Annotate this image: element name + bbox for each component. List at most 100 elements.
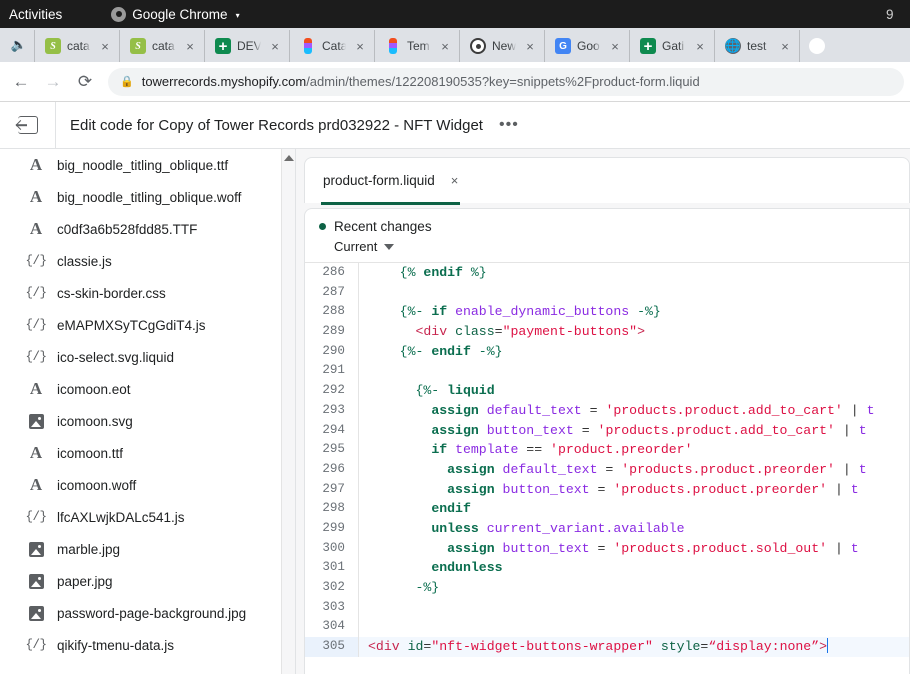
- browser-tab[interactable]: DEV ×: [204, 30, 289, 62]
- code-line[interactable]: 289 <div class="payment-buttons">: [305, 322, 909, 342]
- line-number: 304: [305, 617, 359, 637]
- shopify-icon: [130, 38, 146, 54]
- tab-title: Tem: [407, 39, 431, 53]
- code-line[interactable]: 287: [305, 283, 909, 303]
- recent-changes-section: Recent changes Current: [305, 209, 909, 262]
- browser-tab[interactable]: [799, 30, 833, 62]
- line-number: 288: [305, 302, 359, 322]
- shopify-icon: [45, 38, 61, 54]
- code-line-text: assign default_text = 'products.product.…: [359, 460, 909, 480]
- browser-tab[interactable]: cata ×: [119, 30, 204, 62]
- file-list-item[interactable]: Abig_noodle_titling_oblique.ttf: [0, 149, 295, 181]
- font-icon: A: [26, 187, 46, 207]
- file-list-item[interactable]: icomoon.svg: [0, 405, 295, 437]
- code-line-text: [359, 617, 909, 637]
- active-app-menu[interactable]: Google Chrome ▾: [111, 7, 239, 22]
- browser-tab[interactable]: New ×: [459, 30, 544, 62]
- browser-tab[interactable]: test ×: [714, 30, 799, 62]
- code-line[interactable]: 302 -%}: [305, 578, 909, 598]
- file-list-item[interactable]: paper.jpg: [0, 565, 295, 597]
- close-icon[interactable]: ×: [607, 38, 623, 54]
- file-list-item[interactable]: marble.jpg: [0, 533, 295, 565]
- close-icon[interactable]: ×: [97, 38, 113, 54]
- close-icon[interactable]: ×: [182, 38, 198, 54]
- line-number: 291: [305, 361, 359, 381]
- code-line[interactable]: 304: [305, 617, 909, 637]
- close-icon[interactable]: ×: [451, 173, 459, 188]
- editor-tab-product-form[interactable]: product-form.liquid ×: [321, 159, 460, 205]
- sidebar-scrollbar[interactable]: [281, 149, 295, 674]
- more-actions-button[interactable]: •••: [499, 116, 519, 134]
- code-line[interactable]: 295 if template == 'product.preorder': [305, 440, 909, 460]
- code-line[interactable]: 286 {% endif %}: [305, 263, 909, 283]
- chevron-down-icon: ▾: [236, 11, 240, 20]
- code-line[interactable]: 298 endif: [305, 499, 909, 519]
- file-list-item[interactable]: Aicomoon.eot: [0, 373, 295, 405]
- figma-icon: [385, 38, 401, 54]
- file-name: ico-select.svg.liquid: [57, 350, 174, 365]
- address-bar[interactable]: 🔒 towerrecords.myshopify.com/admin/theme…: [108, 68, 904, 96]
- code-line[interactable]: 291: [305, 361, 909, 381]
- close-icon[interactable]: ×: [522, 38, 538, 54]
- code-line-text: [359, 283, 909, 303]
- file-list-item[interactable]: Aicomoon.woff: [0, 469, 295, 501]
- code-line[interactable]: 300 assign button_text = 'products.produ…: [305, 539, 909, 559]
- file-list-item[interactable]: Ac0df3a6b528fdd85.TTF: [0, 213, 295, 245]
- file-list-item[interactable]: Abig_noodle_titling_oblique.woff: [0, 181, 295, 213]
- browser-tab[interactable]: Cata ×: [289, 30, 374, 62]
- file-list-item[interactable]: {/}eMAPMXSyTCgGdiT4.js: [0, 309, 295, 341]
- line-number: 287: [305, 283, 359, 303]
- line-number: 297: [305, 480, 359, 500]
- code-line[interactable]: 294 assign button_text = 'products.produ…: [305, 421, 909, 441]
- line-number: 301: [305, 558, 359, 578]
- image-icon-glyph: [29, 414, 44, 429]
- browser-tab[interactable]: Tem ×: [374, 30, 459, 62]
- code-area[interactable]: 286 {% endif %}287288 {%- if enable_dyna…: [305, 262, 909, 674]
- exit-icon: [18, 116, 38, 134]
- scroll-up-arrow-icon[interactable]: [284, 155, 294, 161]
- code-line[interactable]: 292 {%- liquid: [305, 381, 909, 401]
- font-icon-glyph: A: [30, 187, 42, 207]
- active-app-label: Google Chrome: [132, 7, 227, 22]
- code-line[interactable]: 297 assign button_text = 'products.produ…: [305, 480, 909, 500]
- close-icon[interactable]: ×: [692, 38, 708, 54]
- file-list-item[interactable]: {/}classie.js: [0, 245, 295, 277]
- forward-icon[interactable]: →: [38, 67, 68, 97]
- code-line[interactable]: 296 assign default_text = 'products.prod…: [305, 460, 909, 480]
- code-line[interactable]: 288 {%- if enable_dynamic_buttons -%}: [305, 302, 909, 322]
- code-line[interactable]: 301 endunless: [305, 558, 909, 578]
- code-line[interactable]: 293 assign default_text = 'products.prod…: [305, 401, 909, 421]
- file-list-item[interactable]: {/}lfcAXLwjkDALc541.js: [0, 501, 295, 533]
- code-line[interactable]: 299 unless current_variant.available: [305, 519, 909, 539]
- file-list: Abig_noodle_titling_oblique.ttfAbig_nood…: [0, 149, 295, 661]
- version-selector[interactable]: Current: [334, 239, 909, 254]
- file-list-item[interactable]: {/}cs-skin-border.css: [0, 277, 295, 309]
- close-icon[interactable]: ×: [267, 38, 283, 54]
- font-icon-glyph: A: [30, 443, 42, 463]
- file-list-item[interactable]: Aicomoon.ttf: [0, 437, 295, 469]
- close-icon[interactable]: ×: [777, 38, 793, 54]
- file-list-item[interactable]: password-page-background.jpg: [0, 597, 295, 629]
- exit-editor-button[interactable]: [0, 102, 56, 149]
- back-icon[interactable]: ←: [6, 67, 36, 97]
- code-line[interactable]: 290 {%- endif -%}: [305, 342, 909, 362]
- browser-tab[interactable]: Gati ×: [629, 30, 714, 62]
- close-icon[interactable]: ×: [352, 38, 368, 54]
- system-clock[interactable]: 9: [886, 0, 908, 28]
- code-line-text: assign button_text = 'products.product.a…: [359, 421, 909, 441]
- code-line[interactable]: 305<div id="nft-widget-buttons-wrapper" …: [305, 637, 909, 657]
- activities-button[interactable]: Activities: [0, 7, 76, 22]
- font-icon: A: [26, 379, 46, 399]
- image-icon: [26, 414, 46, 429]
- code-icon-glyph: {/}: [26, 318, 47, 332]
- close-icon[interactable]: ×: [437, 38, 453, 54]
- code-line-text: -%}: [359, 578, 909, 598]
- file-list-item[interactable]: {/}qikify-tmenu-data.js: [0, 629, 295, 661]
- reload-icon[interactable]: ⟳: [70, 67, 100, 97]
- browser-tab[interactable]: cata ×: [34, 30, 119, 62]
- file-list-item[interactable]: {/}ico-select.svg.liquid: [0, 341, 295, 373]
- url-text: towerrecords.myshopify.com/admin/themes/…: [142, 74, 700, 89]
- browser-tab[interactable]: Goo ×: [544, 30, 629, 62]
- file-name: icomoon.ttf: [57, 446, 123, 461]
- code-line[interactable]: 303: [305, 598, 909, 618]
